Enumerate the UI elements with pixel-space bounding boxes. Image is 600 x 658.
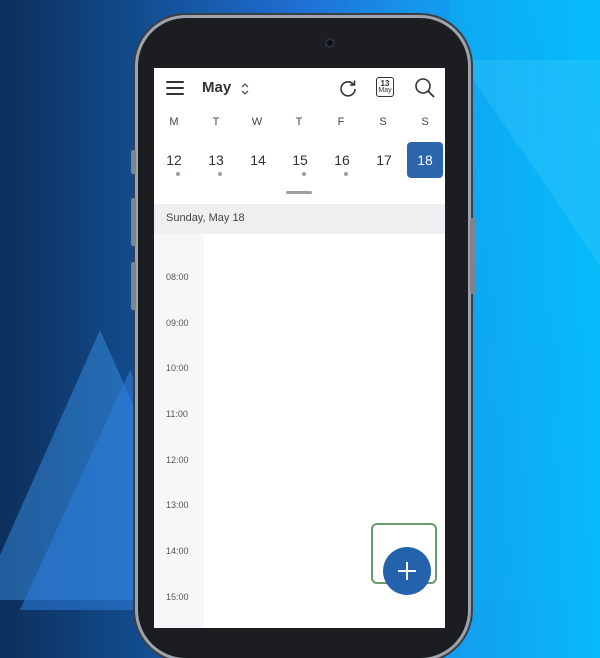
hour-label: 13:00 [166, 500, 189, 510]
drag-handle[interactable] [286, 191, 312, 194]
today-icon-day: 13 [380, 79, 390, 88]
menu-icon[interactable] [166, 81, 184, 95]
hour-label: 11:00 [166, 409, 188, 419]
phone-side-button [131, 150, 136, 174]
date-cell[interactable]: 17 [366, 142, 402, 178]
date-label: 13 [208, 152, 224, 168]
weekday-label: M [169, 116, 179, 128]
date-label: 16 [334, 152, 350, 168]
month-label[interactable]: May [202, 79, 231, 96]
hour-label: 15:00 [166, 592, 189, 602]
weekday-label: S [379, 116, 387, 128]
hour-label: 09:00 [166, 318, 189, 328]
hour-label: 12:00 [166, 455, 189, 465]
search-icon[interactable] [414, 77, 436, 99]
day-header-label: Sunday, May 18 [166, 212, 245, 224]
hour-label: 10:00 [166, 363, 189, 373]
background-stripe [450, 0, 600, 600]
weekday-label: F [337, 116, 345, 128]
date-label: 12 [166, 152, 182, 168]
phone-volume-up-button [131, 198, 136, 246]
date-cell-selected[interactable]: 18 [407, 142, 443, 178]
date-label: 17 [376, 152, 392, 168]
app-toolbar: May 13 May [154, 68, 445, 108]
today-calendar-icon[interactable]: 13 May [376, 77, 394, 97]
phone-power-button [470, 218, 475, 294]
background-triangle-right [460, 60, 600, 280]
date-label: 18 [417, 152, 433, 168]
phone-volume-down-button [131, 262, 136, 310]
date-cell[interactable]: 14 [240, 142, 276, 178]
date-cell[interactable]: 15 [282, 142, 318, 178]
refresh-icon[interactable] [338, 78, 358, 98]
phone-frame: May 13 May M T W T F S S 12 13 14 15 16 … [131, 18, 475, 658]
date-label: 14 [250, 152, 266, 168]
add-event-button[interactable] [383, 547, 431, 595]
event-dot-icon [176, 172, 180, 176]
weekday-label: T [212, 116, 220, 128]
hour-column: 08:00 09:00 10:00 11:00 12:00 13:00 14:0… [154, 234, 204, 628]
hour-label: 14:00 [166, 546, 189, 556]
event-dot-icon [302, 172, 306, 176]
camera-icon [325, 38, 335, 48]
date-cell[interactable]: 13 [198, 142, 234, 178]
chevron-up-down-icon[interactable] [240, 81, 250, 97]
day-header: Sunday, May 18 [154, 204, 445, 234]
date-label: 15 [292, 152, 308, 168]
weekday-header-row: M T W T F S S [154, 116, 445, 132]
weekday-label: S [421, 116, 429, 128]
date-cell[interactable]: 12 [156, 142, 192, 178]
weekday-label: W [251, 116, 263, 128]
event-dot-icon [218, 172, 222, 176]
hour-label: 08:00 [166, 272, 189, 282]
today-icon-month: May [378, 87, 392, 94]
week-date-row: 12 13 14 15 16 17 18 [154, 142, 445, 178]
event-dot-icon [344, 172, 348, 176]
date-cell[interactable]: 16 [324, 142, 360, 178]
calendar-app-screen: May 13 May M T W T F S S 12 13 14 15 16 … [154, 68, 445, 628]
weekday-label: T [295, 116, 303, 128]
